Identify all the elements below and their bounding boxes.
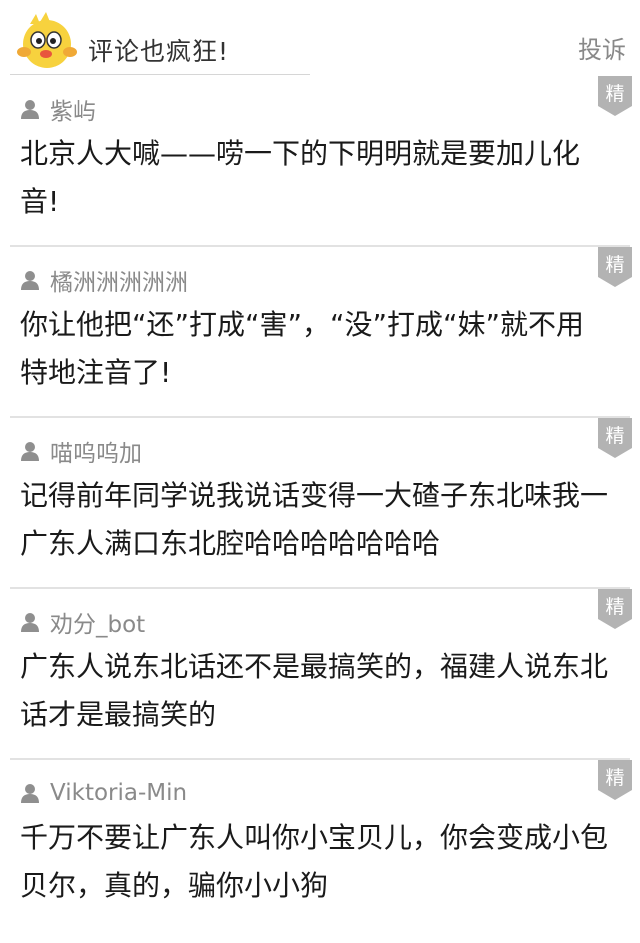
comment-author[interactable]: 橘洲洲洲洲洲 [20,265,188,296]
comment-item: 紫屿 北京人大喊——唠一下的下明明就是要加儿化音! 精 [10,76,632,247]
comment-text: 广东人说东北话还不是最搞笑的，福建人说东北话才是最搞笑的 [20,650,609,731]
header-divider [10,74,310,75]
featured-badge-label: 精 [605,254,625,276]
comment-text: 千万不要让广东人叫你小宝贝儿，你会变成小包贝尔，真的，骗你小小狗 [20,821,609,902]
comment-username: 紫屿 [50,99,96,125]
user-icon [21,271,39,290]
featured-badge-label: 精 [605,596,625,618]
page-title: 评论也疯狂! [88,37,230,66]
featured-badge-label: 精 [605,425,625,447]
comment-item: 喵呜呜加 记得前年同学说我说话变得一大碴子东北味我一广东人满口东北腔哈哈哈哈哈哈… [10,418,632,589]
comment-username: Viktoria-Min [50,780,188,806]
comment-username: 喵呜呜加 [50,441,142,467]
comment-item: 橘洲洲洲洲洲 你让他把“还”打成“害”，“没”打成“妹”就不用特地注音了! 精 [10,247,632,418]
featured-badge-label: 精 [605,83,625,105]
user-icon [21,784,39,803]
comment-author[interactable]: Viktoria-Min [20,778,187,808]
comment-list: 紫屿 北京人大喊——唠一下的下明明就是要加儿化音! 精 橘洲洲洲洲洲 你让他把“… [0,76,640,931]
comment-author[interactable]: 喵呜呜加 [20,436,142,467]
report-button[interactable]: 投诉 [578,30,626,65]
comment-item: 劝分_bot 广东人说东北话还不是最搞笑的，福建人说东北话才是最搞笑的 精 [10,589,632,760]
comment-username: 劝分_bot [50,612,146,638]
featured-badge-label: 精 [605,767,625,789]
comment-text: 记得前年同学说我说话变得一大碴子东北味我一广东人满口东北腔哈哈哈哈哈哈哈 [20,479,609,560]
header: 评论也疯狂! 投诉 [0,0,640,80]
user-icon [21,100,39,119]
comment-text: 北京人大喊——唠一下的下明明就是要加儿化音! [20,137,581,218]
user-icon [21,442,39,461]
comment-text: 你让他把“还”打成“害”，“没”打成“妹”就不用特地注音了! [20,308,585,389]
comment-username: 橘洲洲洲洲洲 [50,270,188,296]
chick-mascot-icon [17,12,77,68]
comment-author[interactable]: 紫屿 [20,94,96,125]
comment-author[interactable]: 劝分_bot [20,607,146,638]
user-icon [21,613,39,632]
comment-item: Viktoria-Min 千万不要让广东人叫你小宝贝儿，你会变成小包贝尔，真的，… [10,760,632,931]
